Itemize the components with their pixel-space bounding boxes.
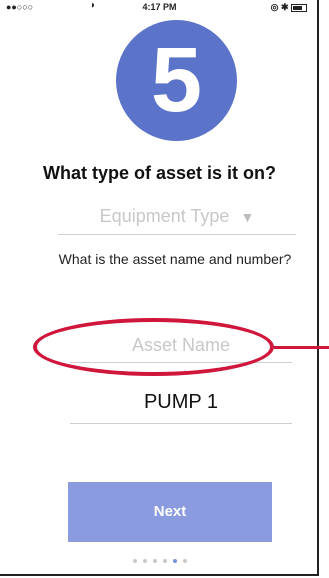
phone-screen: ●●○○○ ◗ 4:17 PM ◎ ✱ 5 What type of asset… [0,0,319,576]
page-indicator [0,559,319,563]
dropdown-caret-icon: ▼ [240,209,255,225]
status-bar: ●●○○○ ◗ 4:17 PM ◎ ✱ [0,0,319,16]
asset-name-question: What is the asset name and number? [58,251,292,267]
page-dot [162,559,167,563]
step-number-badge: 5 [116,20,237,141]
bluetooth-icon: ✱ [280,2,289,12]
highlight-annotation-ring [33,318,274,376]
equipment-type-dropdown[interactable]: Equipment Type ▼ [58,198,296,235]
page-dot [132,559,137,563]
equipment-type-placeholder: Equipment Type [99,206,230,226]
annotation-connector-line [274,346,329,349]
battery-icon [291,3,307,12]
page-dot [142,559,147,563]
page-dot-active [172,559,177,563]
page-dot [182,559,187,563]
status-right: ◎ ✱ [271,2,307,13]
asset-type-question: What type of asset is it on? [42,163,277,183]
asset-name-value[interactable]: PUMP 1 [70,381,292,424]
page-dot [152,559,157,563]
alarm-icon: ◎ [270,2,279,12]
next-button[interactable]: Next [68,482,272,542]
